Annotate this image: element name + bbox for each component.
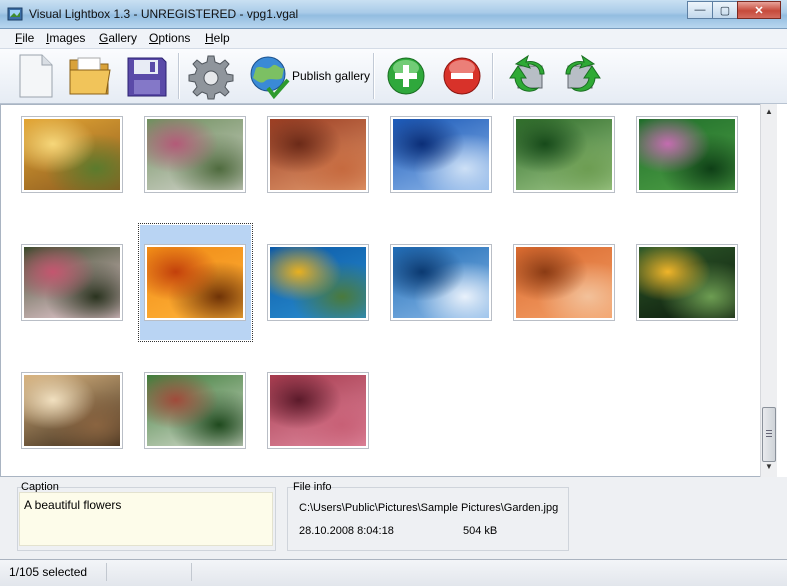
toolbar-separator: [492, 53, 494, 99]
thumbnail-orange-flowers[interactable]: [144, 244, 246, 321]
thumbnail-stream-meadow[interactable]: [144, 116, 246, 193]
file-path: C:\Users\Public\Pictures\Sample Pictures…: [299, 502, 559, 514]
rotate-left-icon: [509, 54, 545, 92]
thumbnail-image: [147, 247, 243, 318]
publish-gallery-button[interactable]: Publish gallery: [248, 51, 370, 101]
thumbnail-toucan[interactable]: [636, 244, 738, 321]
thumbnail-forest-path[interactable]: [513, 116, 615, 193]
details-panel: Caption A beautiful flowers File info C:…: [0, 477, 787, 559]
thumbnail-image: [516, 119, 612, 190]
window-title: Visual Lightbox 1.3 - UNREGISTERED - vpg…: [29, 7, 299, 21]
caption-text: A beautiful flowers: [24, 498, 122, 512]
thumbnail-gallery[interactable]: [0, 104, 777, 477]
publish-globe-icon: [250, 56, 290, 100]
menu-help-label: elp: [213, 31, 230, 45]
rotate-left-button[interactable]: [504, 51, 552, 101]
new-gallery-button[interactable]: [14, 51, 56, 101]
window-controls: — ▢ ✕: [687, 1, 781, 19]
thumbnail-image: [24, 119, 120, 190]
gallery-scrollbar[interactable]: ▲ ▼: [760, 104, 777, 477]
toolbar-separator: [178, 53, 180, 99]
save-gallery-button[interactable]: [122, 51, 170, 101]
app-icon: [7, 7, 23, 21]
thumbnail-image: [270, 247, 366, 318]
thumbnail-green-plant[interactable]: [636, 116, 738, 193]
grip-line: [766, 430, 772, 431]
thumbnail-image: [24, 247, 120, 318]
thumbnail-image: [147, 375, 243, 446]
title-bar[interactable]: Visual Lightbox 1.3 - UNREGISTERED - vpg…: [0, 0, 787, 29]
menu-gallery-label: allery: [108, 31, 138, 45]
menu-gallery[interactable]: Gallery: [99, 31, 137, 45]
settings-button[interactable]: [187, 51, 235, 101]
settings-gear-icon: [188, 55, 234, 100]
thumbnail-image: [270, 119, 366, 190]
thumbnail-image: [393, 247, 489, 318]
thumbnail-image: [270, 375, 366, 446]
maximize-icon: ▢: [719, 4, 731, 17]
grip-line: [766, 436, 772, 437]
thumbnail-red-succulent[interactable]: [267, 372, 369, 449]
menu-images[interactable]: Images: [46, 31, 85, 45]
thumbnail-image: [24, 375, 120, 446]
scrollbar-thumb[interactable]: [762, 407, 776, 462]
add-image-icon: [387, 57, 425, 95]
menu-file[interactable]: File: [15, 31, 34, 45]
menu-options[interactable]: Options: [149, 31, 190, 45]
remove-images-button[interactable]: [442, 51, 482, 101]
thumbnail-tree-sunset[interactable]: [21, 372, 123, 449]
new-file-icon: [19, 54, 53, 98]
file-info-group: [287, 487, 569, 551]
scroll-up-arrow-icon[interactable]: ▲: [765, 107, 773, 116]
scroll-down-arrow-icon[interactable]: ▼: [765, 462, 773, 471]
status-divider: [191, 563, 192, 581]
thumbnail-sea-turtle[interactable]: [267, 244, 369, 321]
menu-options-accel: O: [149, 31, 159, 45]
close-button[interactable]: ✕: [737, 1, 781, 19]
thumbnail-garden-waterfall[interactable]: [144, 372, 246, 449]
file-size: 504 kB: [463, 525, 498, 537]
status-bar: 1/105 selected: [0, 559, 787, 586]
publish-gallery-label: Publish gallery: [292, 69, 371, 83]
close-icon: ✕: [754, 4, 764, 17]
file-date: 28.10.2008 8:04:18: [299, 525, 394, 537]
caption-text-field[interactable]: A beautiful flowers: [19, 492, 273, 546]
thumbnail-image: [147, 119, 243, 190]
menu-file-label: ile: [22, 31, 35, 45]
thumbnail-plumeria-flowers[interactable]: [21, 244, 123, 321]
open-folder-icon: [69, 57, 111, 95]
remove-image-icon: [443, 57, 481, 95]
minimize-button[interactable]: —: [687, 1, 713, 19]
thumbnail-ocean-pier[interactable]: [390, 116, 492, 193]
thumbnail-whale-tail[interactable]: [390, 244, 492, 321]
selection-status: 1/105 selected: [9, 565, 88, 579]
rotate-right-icon: [565, 54, 601, 92]
open-gallery-button[interactable]: [66, 51, 114, 101]
thumbnail-sand-dunes[interactable]: [513, 244, 615, 321]
toolbar: Publish gallery: [0, 49, 787, 104]
thumbnail-image: [639, 119, 735, 190]
thumbnail-image: [639, 247, 735, 318]
menu-bar: File Images Gallery Options Help: [0, 29, 787, 49]
toolbar-separator: [373, 53, 375, 99]
menu-images-label: mages: [49, 31, 86, 45]
thumbnail-image: [393, 119, 489, 190]
thumbnail-desert-mesa[interactable]: [267, 116, 369, 193]
save-disk-icon: [127, 57, 167, 97]
add-images-button[interactable]: [386, 51, 426, 101]
status-divider: [106, 563, 107, 581]
menu-options-label: ptions: [158, 31, 191, 45]
menu-help-accel: H: [205, 31, 214, 45]
thumbnail-autumn-tree[interactable]: [21, 116, 123, 193]
menu-help[interactable]: Help: [205, 31, 230, 45]
thumbnail-image: [516, 247, 612, 318]
file-info-label: File info: [293, 481, 332, 493]
rotate-right-button[interactable]: [558, 51, 606, 101]
maximize-button[interactable]: ▢: [712, 1, 738, 19]
grip-line: [766, 433, 772, 434]
menu-gallery-accel: G: [99, 31, 109, 45]
minimize-icon: —: [694, 4, 706, 16]
